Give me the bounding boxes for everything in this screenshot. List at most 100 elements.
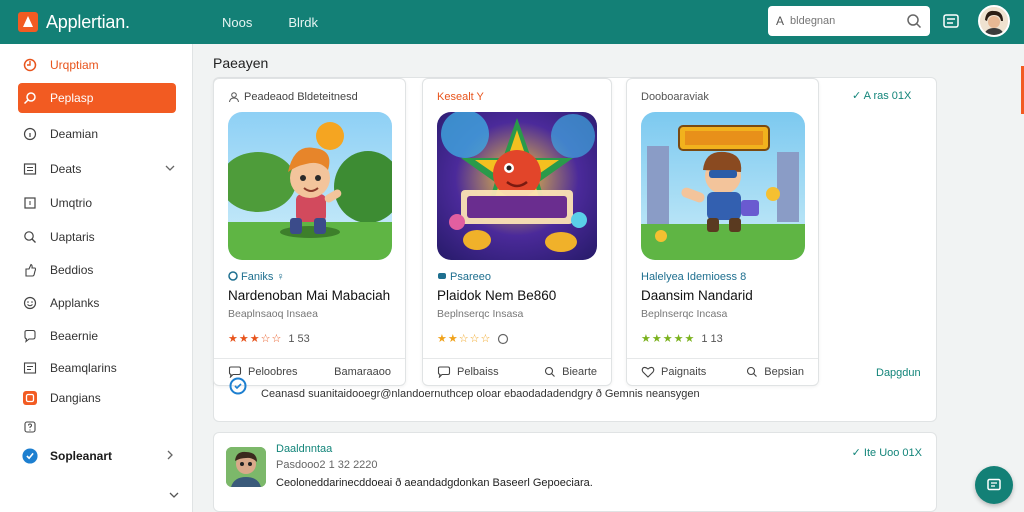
sidebar-item-7[interactable]: Beddios — [18, 255, 176, 285]
search-box[interactable]: A — [768, 6, 930, 36]
card-tag: Kesealt Y — [437, 91, 484, 103]
card-action-right-label: Bepsian — [764, 366, 804, 378]
sidebar-item-6[interactable]: Uaptaris — [18, 222, 176, 252]
app-card[interactable]: Peadeaod Bldeteitnesd Faniks ♀ Nardenoba… — [213, 78, 406, 386]
card-rating: ★★☆☆☆ — [437, 332, 509, 345]
card-tag-label: Kesealt Y — [437, 91, 484, 103]
card-title[interactable]: Nardenoban Mai Mabaciah — [228, 288, 390, 303]
card-category-label: Halelyea Idemioess — [641, 271, 737, 283]
check-icon: ✓ — [851, 447, 861, 459]
card-category: Halelyea Idemioess 8 — [641, 271, 746, 283]
post-body: Ceoloneddarinecddoeai ð aeandadgdonkan B… — [276, 477, 593, 489]
sidebar-item-1[interactable]: Urqptiam — [18, 50, 176, 80]
window-icon[interactable] — [942, 12, 960, 30]
card-tag: Dooboaraviak — [641, 91, 709, 103]
panel-description: Ceanasd suanitaidooegr@nlandoernuthcep o… — [229, 377, 700, 400]
search-icon[interactable] — [906, 13, 922, 29]
sidebar-item-10[interactable]: Beamqlarins — [18, 353, 176, 383]
sidebar-item-8[interactable]: Applanks — [18, 288, 176, 318]
card-title[interactable]: Daansim Nandarid — [641, 288, 753, 303]
card-action-left[interactable]: Paignaits — [641, 366, 706, 378]
post-link[interactable]: ✓ Ite Uoo 01X — [852, 446, 922, 459]
sidebar-item-label: Beddios — [50, 263, 94, 277]
app-card[interactable]: Dooboaraviak Halelyea Idemioess 8 Daansi… — [626, 78, 819, 386]
card-category: Faniks ♀ — [228, 271, 285, 283]
sidebar-item-label: Urqptiam — [50, 58, 99, 72]
panel-footer-link[interactable]: Dapgdun — [876, 367, 921, 379]
thumb-icon — [22, 262, 38, 278]
sidebar-item-12[interactable] — [18, 412, 176, 442]
chat-icon — [437, 366, 451, 378]
chevron-down-icon[interactable] — [164, 162, 176, 174]
nav-link-2[interactable]: Blrdk — [288, 15, 318, 30]
star-rating: ★★★☆☆ — [228, 333, 283, 345]
card-action-right[interactable]: Biearte — [544, 366, 597, 378]
sidebar-item-label: Dangians — [50, 391, 101, 405]
nav-link-1[interactable]: Noos — [222, 15, 252, 30]
card-rating: ★★★★★ 1 13 — [641, 332, 723, 346]
sidebar-item-label: Peplasp — [50, 91, 94, 105]
card-category-suffix: 8 — [740, 271, 747, 283]
description-text: Ceanasd suanitaidooegr@nlandoernuthcep o… — [261, 388, 700, 400]
check-icon: ✓ — [852, 90, 862, 102]
chevron-right-icon[interactable] — [164, 449, 176, 461]
card-subtitle: Beplnserqc Insasa — [437, 308, 524, 320]
app-artwork[interactable] — [228, 112, 392, 260]
chevron-down-icon[interactable] — [168, 489, 180, 501]
sidebar-item-label: Deamian — [50, 127, 99, 141]
card-action-right[interactable]: Bamaraaoo — [334, 366, 391, 378]
info-badge-icon — [229, 377, 247, 395]
post-author-name[interactable]: Daaldnntaa — [276, 443, 332, 455]
card-rating: ★★★☆☆ 1 53 — [228, 332, 310, 346]
sidebar-item-label: Beamqlarins — [50, 361, 117, 375]
app-artwork[interactable] — [641, 112, 805, 260]
sidebar-item-4[interactable]: Deats — [18, 154, 176, 184]
chat-icon — [22, 328, 38, 344]
card-tag: Peadeaod Bldeteitnesd — [228, 91, 358, 103]
refresh-icon — [498, 333, 509, 344]
panel-header-link-label: A ras 01X — [863, 90, 912, 102]
card-action-right-label: Biearte — [562, 366, 597, 378]
sidebar-item-label: Sopleanart — [50, 449, 113, 463]
brand[interactable]: Applertian. — [18, 12, 222, 33]
card-action-left-label: Paignaits — [661, 366, 707, 378]
grid-icon — [22, 161, 38, 177]
app-artwork[interactable] — [437, 112, 597, 260]
card-category: Psareeo — [437, 271, 491, 283]
controller-icon — [438, 273, 446, 279]
user-avatar[interactable] — [978, 5, 1010, 37]
heart-icon — [641, 366, 655, 378]
info-icon — [22, 126, 38, 142]
card-footer: Paignaits Bepsian — [627, 358, 818, 385]
sidebar-item-9[interactable]: Beaernie — [18, 321, 176, 351]
panel-header-link[interactable]: ✓ A ras 01X — [852, 89, 911, 102]
post-card[interactable]: Daaldnntaa Pasdooo2 1 32 2220 Ceolonedda… — [213, 432, 937, 512]
sidebar-item-11[interactable]: Dangians — [18, 383, 176, 413]
card-action-left-label: Peloobres — [248, 366, 298, 378]
post-link-label: Ite Uoo 01X — [863, 447, 922, 459]
rating-value: 1 13 — [701, 332, 723, 345]
sidebar-item-label: Beaernie — [50, 329, 99, 343]
compose-fab-button[interactable] — [975, 466, 1013, 504]
star-rating: ★★☆☆☆ — [437, 333, 492, 345]
app-card[interactable]: Kesealt Y Psareeo Plaidok Nem Be860 Bepl… — [422, 78, 612, 386]
sidebar-item-label: Deats — [50, 162, 82, 176]
square-icon — [22, 195, 38, 211]
card-title[interactable]: Plaidok Nem Be860 — [437, 288, 556, 303]
refresh-icon — [22, 57, 38, 73]
sidebar-item-13[interactable]: Sopleanart — [18, 441, 176, 471]
card-category-label: Psareeo — [450, 271, 491, 283]
star-rating: ★★★★★ — [641, 333, 696, 345]
card-action-right[interactable]: Bepsian — [746, 366, 804, 378]
sidebar-item-2[interactable]: Peplasp — [18, 83, 176, 113]
sidebar-item-label: Uaptaris — [50, 230, 95, 244]
post-author-avatar[interactable] — [226, 447, 266, 487]
sidebar-item-label: Umqtrio — [50, 196, 93, 210]
blue-app-icon — [22, 448, 38, 464]
app-logo-icon — [18, 12, 38, 32]
search-input[interactable] — [790, 15, 891, 27]
sidebar-item-3[interactable]: Deamian — [18, 119, 176, 149]
card-action-left[interactable]: Pelbaiss — [437, 366, 499, 378]
sidebar-item-5[interactable]: Umqtrio — [18, 188, 176, 218]
user-icon — [229, 92, 239, 103]
